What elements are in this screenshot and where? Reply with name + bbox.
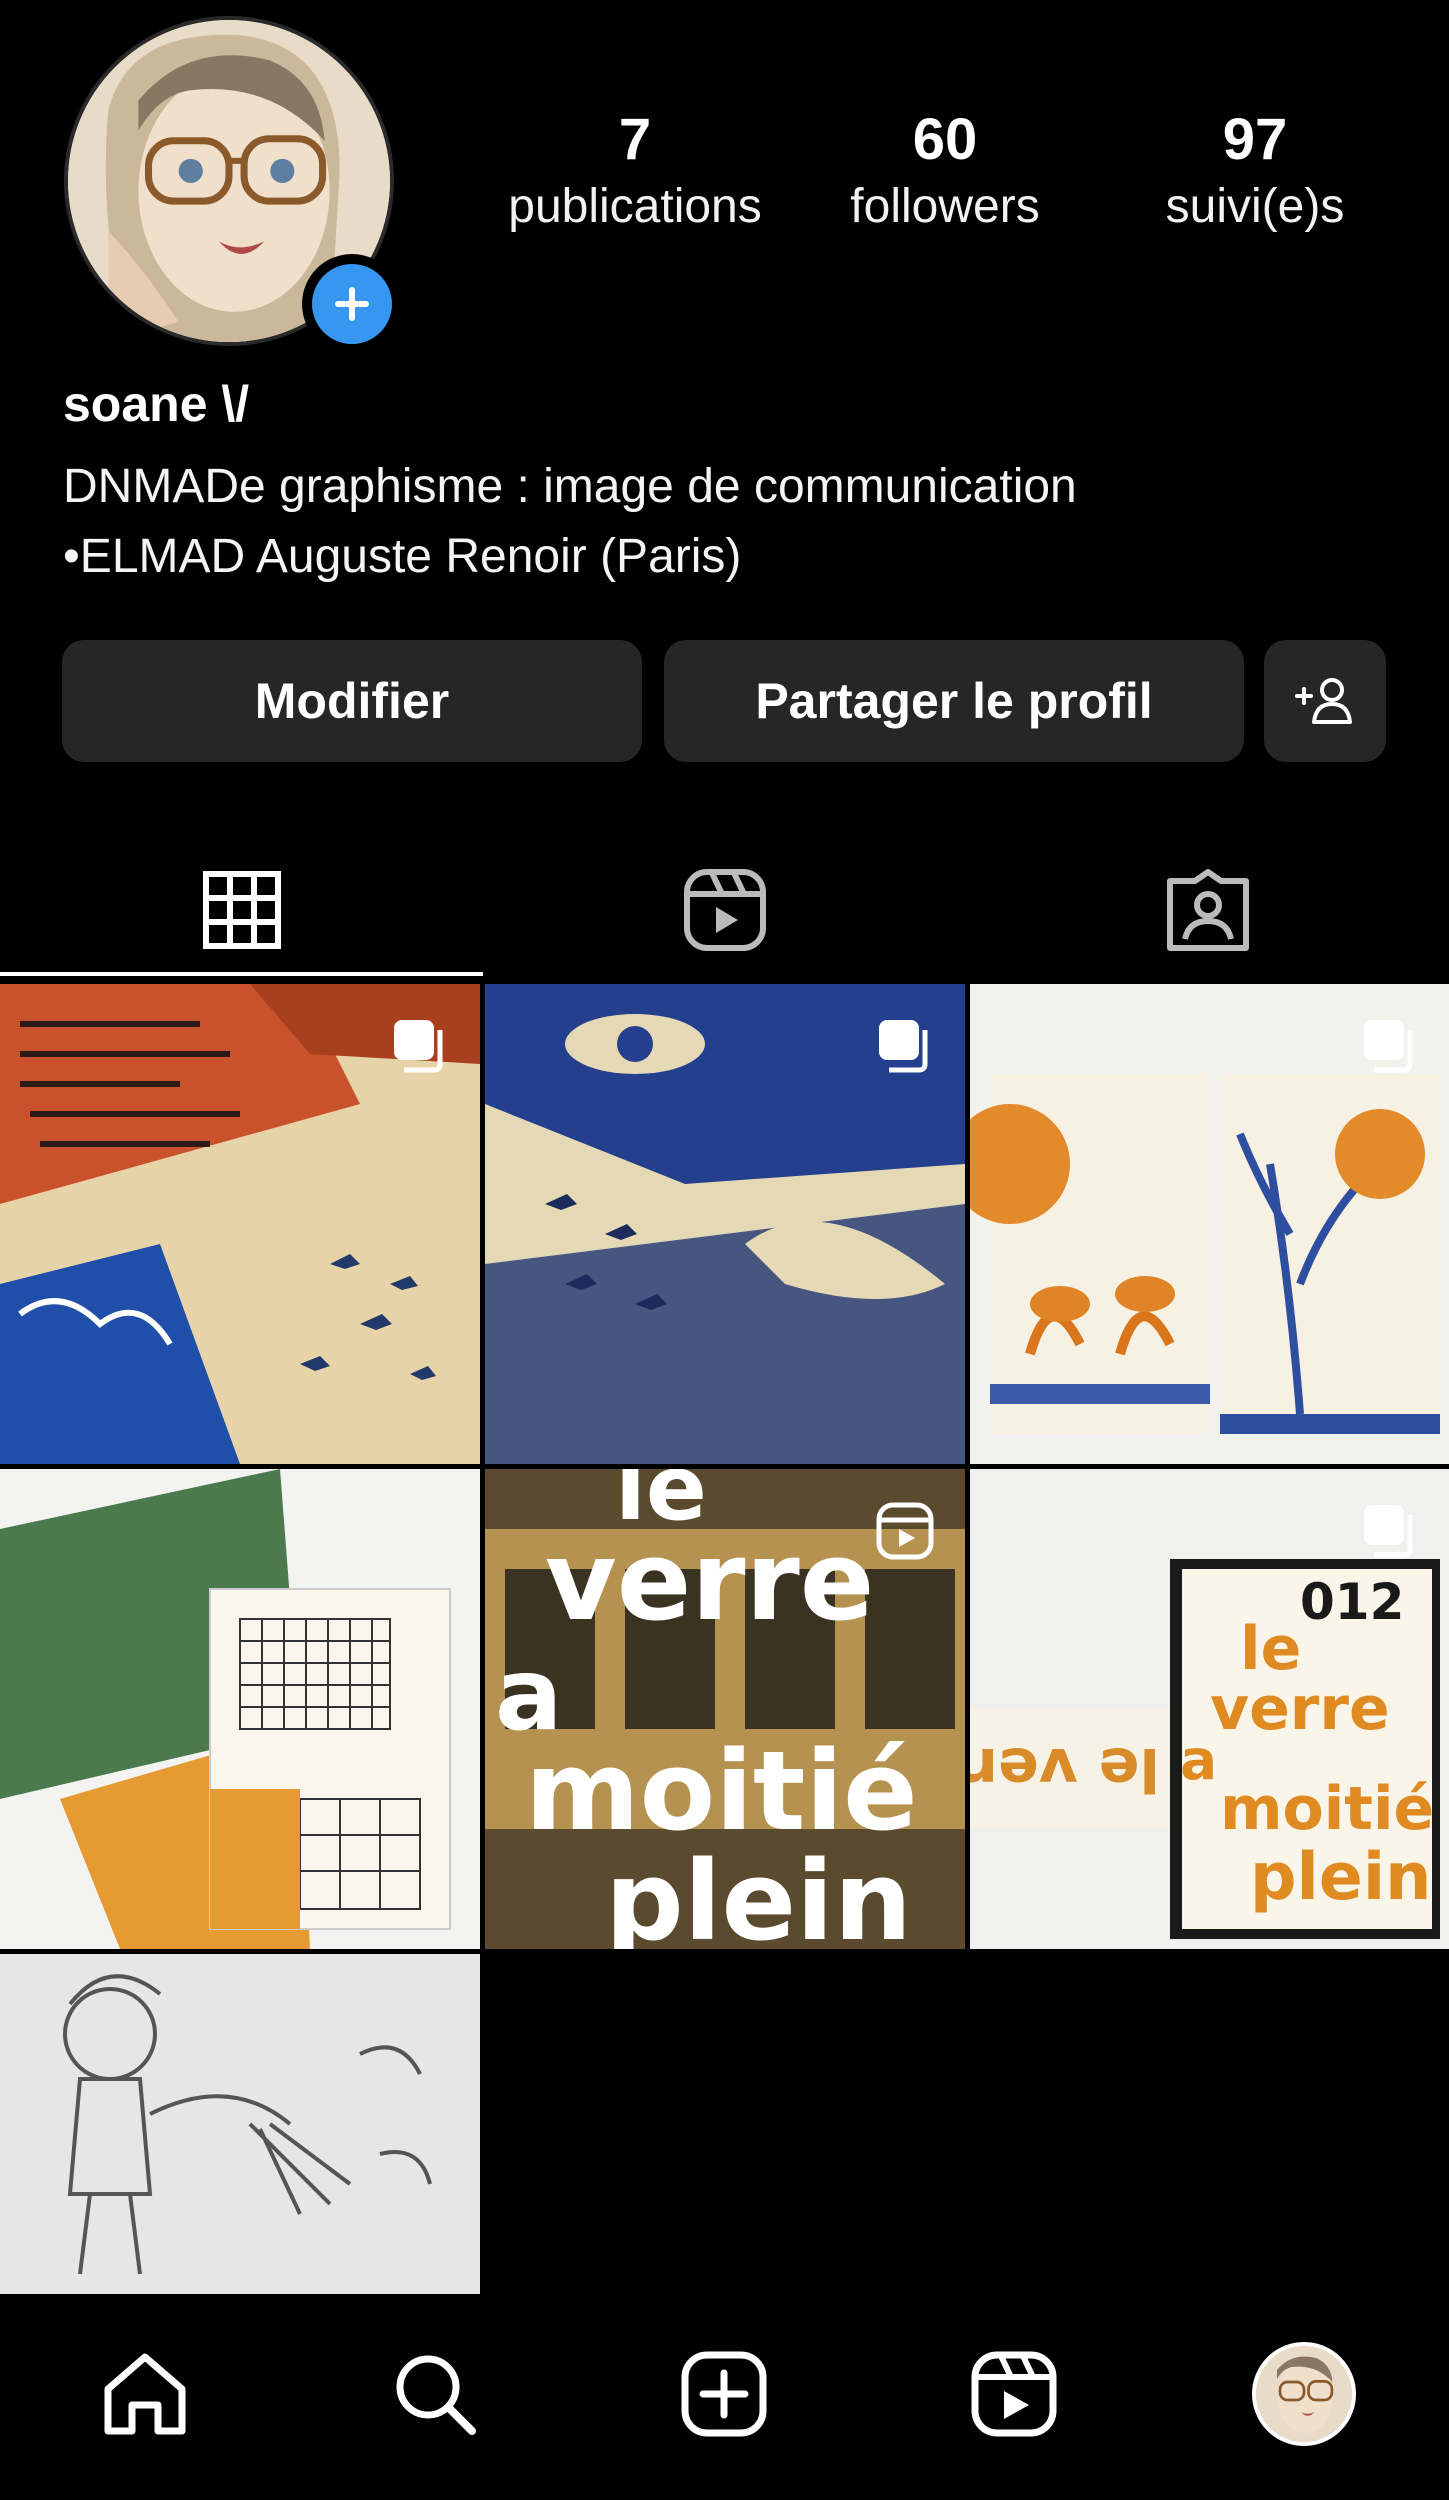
- reels-icon: [683, 869, 766, 951]
- post-tile[interactable]: le verre 012 le verre a moitié plein: [970, 1469, 1449, 1949]
- post-tile[interactable]: [485, 984, 965, 1464]
- post-tile[interactable]: [0, 984, 480, 1464]
- stat-value: 7: [618, 107, 652, 172]
- svg-text:le verre: le verre: [970, 1734, 1160, 1804]
- nav-search[interactable]: [375, 2334, 495, 2454]
- reels-icon: [971, 2351, 1057, 2437]
- add-person-icon: [1295, 678, 1352, 724]
- svg-text:plein: plein: [1250, 1840, 1431, 1915]
- profile-bio: DNMADe graphisme : image de communicatio…: [63, 452, 1077, 592]
- tab-posts[interactable]: [0, 840, 483, 980]
- profile-stats: 7 publications 60 followers 97 suivi(e)s: [480, 105, 1410, 239]
- profile-name: soane \/: [63, 376, 250, 432]
- svg-text:verre: verre: [1210, 1674, 1390, 1744]
- stat-following[interactable]: 97 suivi(e)s: [1100, 105, 1410, 239]
- tagged-icon: [1166, 869, 1249, 951]
- svg-text:a: a: [1180, 1728, 1217, 1792]
- profile-avatar-wrapper[interactable]: [64, 16, 402, 354]
- add-story-button[interactable]: [302, 254, 402, 354]
- nav-profile[interactable]: [1244, 2334, 1364, 2454]
- plus-icon: [312, 264, 392, 344]
- svg-text:moitié: moitié: [525, 1727, 918, 1855]
- multi-photo-icon: [1360, 1501, 1420, 1566]
- multi-photo-icon: [390, 1016, 450, 1081]
- stat-label: suivi(e)s: [1165, 180, 1345, 233]
- svg-text:verre: verre: [545, 1517, 874, 1645]
- nav-home[interactable]: [85, 2334, 205, 2454]
- reel-icon: [875, 1501, 935, 1566]
- bottom-navigation: [0, 2308, 1449, 2500]
- profile-avatar-small: [1252, 2342, 1357, 2446]
- tab-reels[interactable]: [483, 840, 966, 980]
- stat-followers[interactable]: 60 followers: [790, 105, 1100, 239]
- post-image: [0, 1954, 480, 2294]
- svg-text:moitié: moitié: [1220, 1774, 1434, 1844]
- tab-tagged[interactable]: [966, 840, 1449, 980]
- bio-line: •ELMAD Auguste Renoir (Paris): [63, 530, 742, 583]
- create-icon: [681, 2351, 767, 2437]
- search-icon: [396, 2355, 476, 2435]
- stat-label: publications: [508, 180, 762, 233]
- post-tile[interactable]: le verre a moitié plein: [485, 1469, 965, 1949]
- multi-photo-icon: [875, 1016, 935, 1081]
- stat-value: 97: [1222, 107, 1288, 172]
- nav-reels[interactable]: [954, 2334, 1074, 2454]
- share-profile-button[interactable]: Partager le profil: [664, 640, 1244, 762]
- multi-photo-icon: [1360, 1016, 1420, 1081]
- post-image: [0, 1469, 480, 1949]
- discover-people-button[interactable]: [1264, 640, 1386, 762]
- post-tile[interactable]: [0, 1469, 480, 1949]
- nav-create[interactable]: [664, 2334, 784, 2454]
- profile-tabs: [0, 840, 1449, 980]
- stat-label: followers: [850, 180, 1040, 233]
- post-tile[interactable]: [0, 1954, 480, 2294]
- svg-text:plein: plein: [605, 1837, 912, 1949]
- bio-line: DNMADe graphisme : image de communicatio…: [63, 460, 1077, 513]
- stat-value: 60: [912, 107, 978, 172]
- grid-icon: [202, 871, 281, 949]
- home-icon: [104, 2353, 186, 2435]
- edit-profile-button[interactable]: Modifier: [62, 640, 642, 762]
- post-tile[interactable]: [970, 984, 1449, 1464]
- svg-text:012: 012: [1300, 1573, 1404, 1631]
- stat-publications[interactable]: 7 publications: [480, 105, 790, 239]
